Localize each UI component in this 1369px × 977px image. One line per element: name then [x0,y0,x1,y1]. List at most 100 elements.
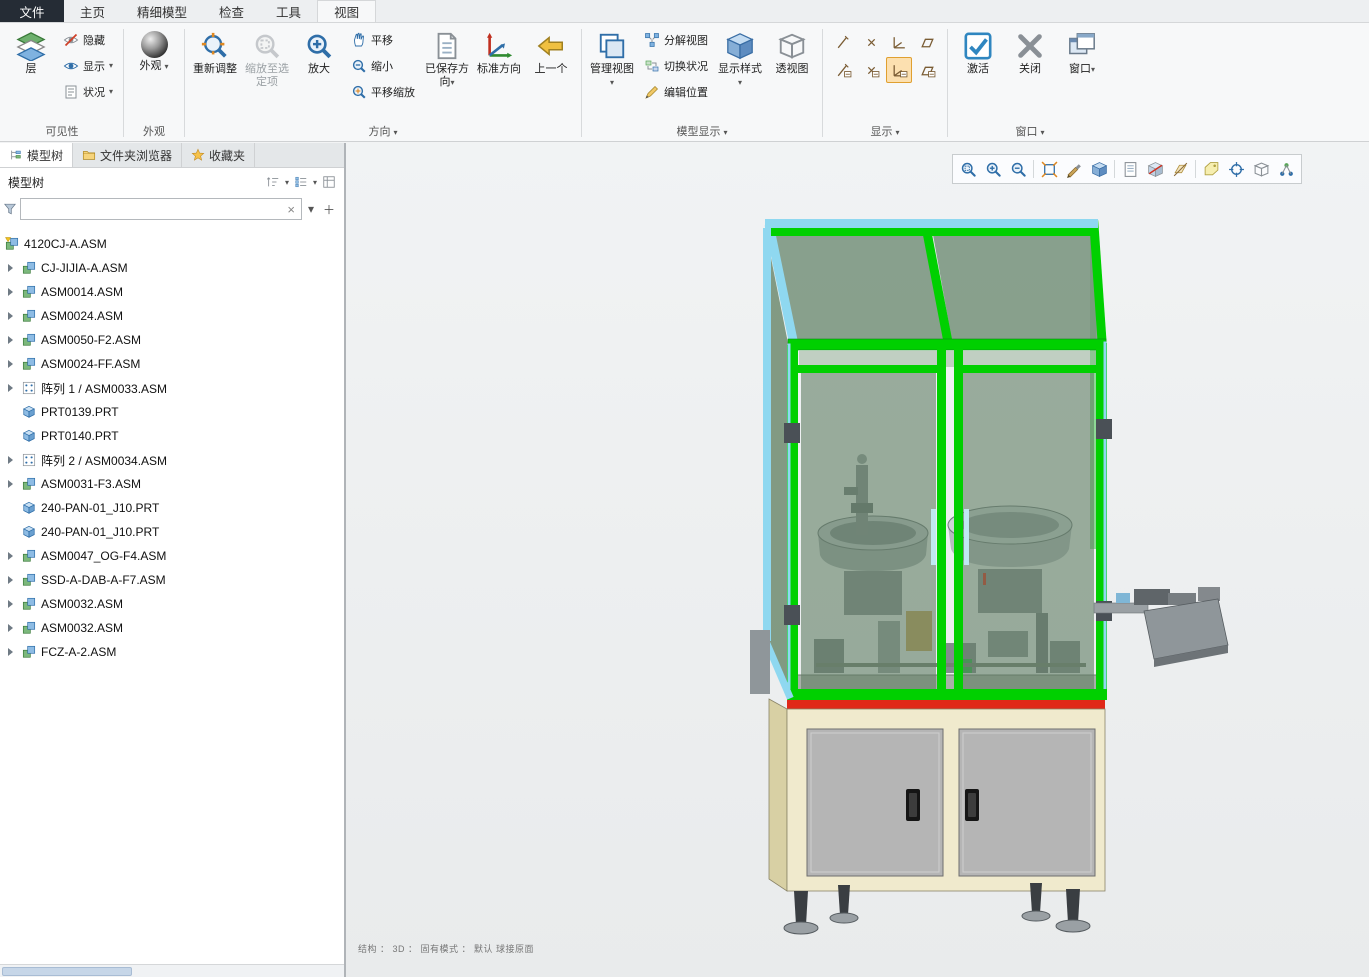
tree-search-text[interactable] [25,202,285,216]
expand-arrow-icon[interactable] [5,622,17,634]
tab-home[interactable]: 主页 [64,0,121,22]
zoom-out-icon[interactable] [1006,157,1030,181]
activate-button[interactable]: 激活 [953,27,1003,80]
tree-settings-icon[interactable] [322,175,336,189]
hide-button[interactable]: 隐藏 [58,27,118,52]
box-zoom-icon[interactable] [956,157,980,181]
standard-orientation-button[interactable]: 标准方向 [474,27,524,80]
zoom-in-icon[interactable] [981,157,1005,181]
axis-tag-display-toggle[interactable] [830,57,856,83]
tree-item[interactable]: ASM0024-FF.ASM [0,352,344,376]
graphics-area[interactable]: 结构 ： 3D ： 固有模式 ： 默认 球接原面 [346,143,1369,977]
refit-icon[interactable] [1037,157,1061,181]
search-options-dropdown[interactable]: ▾ [305,202,317,216]
plane-display-toggle[interactable] [914,29,940,55]
tree-filter-dropdown[interactable]: ▾ [313,178,317,187]
expand-arrow-icon[interactable] [5,358,17,370]
tab-tools[interactable]: 工具 [260,0,317,22]
tree-sort-dropdown[interactable]: ▾ [285,178,289,187]
window-button[interactable]: 窗口▾ [1057,27,1107,80]
tree-item[interactable]: 阵列 1 / ASM0033.ASM [0,376,344,400]
tree-item[interactable]: 阵列 2 / ASM0034.ASM [0,448,344,472]
saved-views-icon[interactable] [1118,157,1142,181]
machine-3d-model[interactable] [346,143,1369,977]
plane-tag-display-toggle[interactable] [914,57,940,83]
expand-arrow-icon[interactable] [5,550,17,562]
tab-fine-model[interactable]: 精细模型 [121,0,203,22]
zoom-out-button[interactable]: 缩小 [346,53,420,78]
repaint-icon[interactable] [1062,157,1086,181]
tree-item[interactable]: 4120CJ-A.ASM [0,232,344,256]
exploded-view-button[interactable]: 分解视图 [639,27,713,52]
section-icon[interactable] [1143,157,1167,181]
expand-arrow-icon[interactable] [5,286,17,298]
expand-arrow-icon[interactable] [5,646,17,658]
zoom-to-selected-button[interactable]: 缩放至选定项 [242,27,292,92]
tree-item[interactable]: ASM0047_OG-F4.ASM [0,544,344,568]
layer-button[interactable]: 层 [6,27,56,80]
axis-display-toggle[interactable] [830,29,856,55]
scrollbar-thumb[interactable] [2,967,132,976]
manage-views-button[interactable]: 管理视图▾ [587,27,637,92]
plane-display-icon [919,34,936,51]
datum-display-icon[interactable] [1168,157,1192,181]
refit-button[interactable]: 重新调整 [190,27,240,80]
status-button[interactable]: 状况▾ [58,79,118,104]
expand-arrow-icon[interactable] [5,262,17,274]
point-display-toggle[interactable] [858,29,884,55]
connections-icon[interactable] [1274,157,1298,181]
expand-arrow-icon[interactable] [5,382,17,394]
panel-tab-folder-browser[interactable]: 文件夹浏览器 [73,143,182,167]
appearance-button[interactable]: 外观 ▾ [129,27,179,77]
point-tag-display-toggle[interactable] [858,57,884,83]
tree-horizontal-scrollbar[interactable] [0,964,344,977]
edit-position-button[interactable]: 编辑位置 [639,79,713,104]
tree-item[interactable]: 240-PAN-01_J10.PRT [0,496,344,520]
tab-file[interactable]: 文件 [0,0,64,22]
csys-tag-display-toggle[interactable] [886,57,912,83]
clear-search-icon[interactable]: × [285,202,297,217]
tree-item[interactable]: PRT0139.PRT [0,400,344,424]
tree-item[interactable]: SSD-A-DAB-A-F7.ASM [0,568,344,592]
tab-view[interactable]: 视图 [317,0,376,22]
tree-item-label: ASM0050-F2.ASM [41,333,141,347]
expand-arrow-icon[interactable] [5,454,17,466]
tree-item[interactable]: PRT0140.PRT [0,424,344,448]
tree-search-input[interactable]: × [20,198,302,220]
close-window-button[interactable]: 关闭 [1005,27,1055,80]
expand-arrow-icon[interactable] [5,574,17,586]
tree-item[interactable]: ASM0024.ASM [0,304,344,328]
tree-item[interactable]: ASM0032.ASM [0,616,344,640]
tree-item[interactable]: 240-PAN-01_J10.PRT [0,520,344,544]
tab-check[interactable]: 检查 [203,0,260,22]
previous-view-button[interactable]: 上一个 [526,27,576,80]
display-style-icon[interactable] [1087,157,1111,181]
expand-arrow-icon[interactable] [5,334,17,346]
tree-item[interactable]: ASM0032.ASM [0,592,344,616]
panel-tab-model-tree[interactable]: 模型树 [0,143,73,167]
show-button[interactable]: 显示▾ [58,53,118,78]
pan-button[interactable]: 平移 [346,27,420,52]
switch-state-button[interactable]: 切换状况 [639,53,713,78]
tree-item[interactable]: ASM0050-F2.ASM [0,328,344,352]
spin-center-icon[interactable] [1224,157,1248,181]
expand-arrow-icon[interactable] [5,598,17,610]
tree-item[interactable]: CJ-JIJIA-A.ASM [0,256,344,280]
add-filter-button[interactable]: ＋ [320,201,338,218]
tree-item[interactable]: ASM0014.ASM [0,280,344,304]
tree-item[interactable]: ASM0031-F3.ASM [0,472,344,496]
pan-zoom-button[interactable]: 平移缩放 [346,79,420,104]
expand-arrow-icon[interactable] [5,310,17,322]
zoom-in-button[interactable]: 放大 [294,27,344,80]
expand-arrow-icon[interactable] [5,478,17,490]
tree-filter-list-icon[interactable] [294,175,308,189]
csys-display-toggle[interactable] [886,29,912,55]
panel-tab-favorites[interactable]: 收藏夹 [182,143,255,167]
perspective-icon[interactable] [1249,157,1273,181]
tree-sort-icon[interactable] [266,175,280,189]
annotations-icon[interactable] [1199,157,1223,181]
perspective-button[interactable]: 透视图 [767,27,817,80]
display-style-button[interactable]: 显示样式▾ [715,27,765,92]
saved-orientations-button[interactable]: 已保存方向▾ [422,27,472,92]
tree-item[interactable]: FCZ-A-2.ASM [0,640,344,664]
